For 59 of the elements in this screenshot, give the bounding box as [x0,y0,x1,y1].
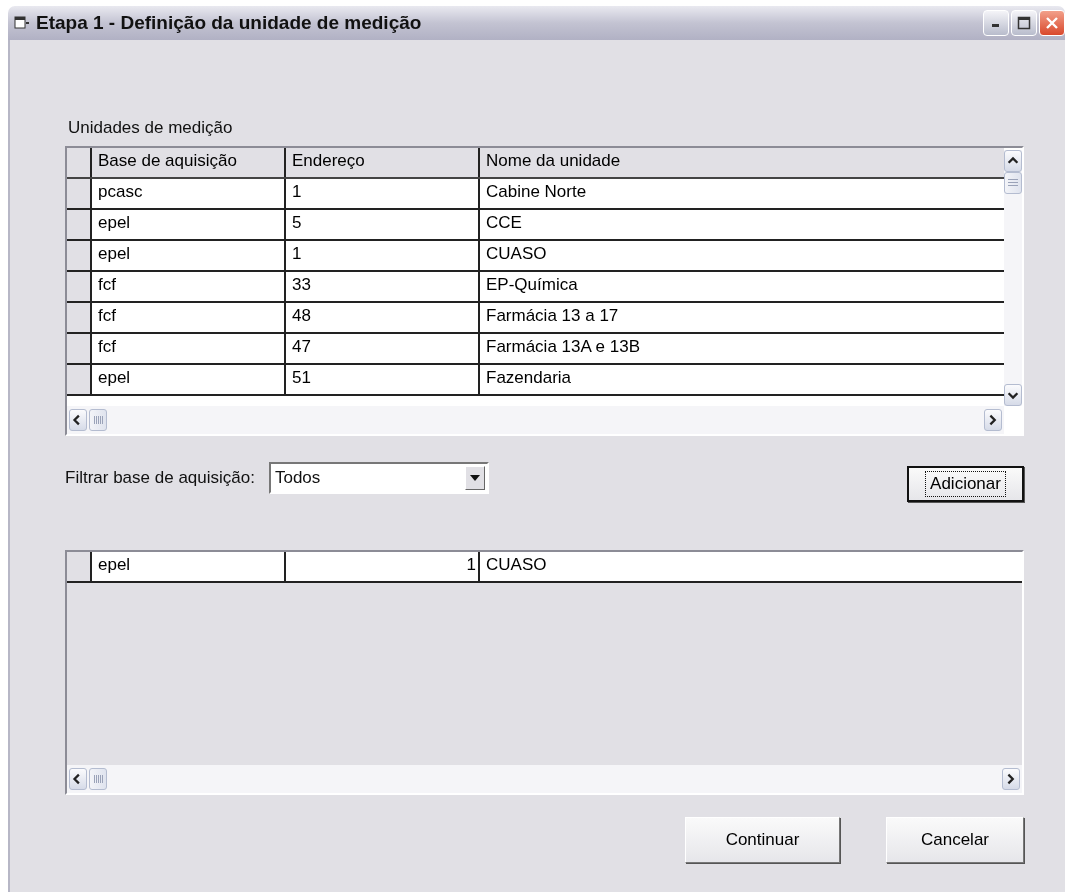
column-header[interactable]: Base de aquisição [92,148,286,177]
column-header[interactable]: Endereço [286,148,480,177]
vertical-scrollbar[interactable] [1004,150,1022,406]
scroll-left-button[interactable] [69,768,87,790]
minimize-button[interactable] [983,10,1009,36]
add-button[interactable]: Adicionar [907,466,1024,502]
scroll-thumb[interactable] [1004,172,1022,194]
row-selector[interactable] [67,210,92,239]
table-cell-text: CCE [485,212,523,234]
table-cell-text: Farmácia 13A e 13B [485,336,642,358]
filter-dropdown[interactable]: Todos [268,462,489,494]
continue-button[interactable]: Continuar [685,817,840,863]
cancel-button[interactable]: Cancelar [886,817,1024,863]
maximize-button[interactable] [1011,10,1037,36]
table-cell-text: Fazendaria [485,367,573,389]
row-selector[interactable] [67,241,92,270]
table-cell: 48 [286,303,480,332]
row-selector[interactable] [67,303,92,332]
scroll-up-button[interactable] [1004,150,1022,172]
filter-label: Filtrar base de aquisição: [65,468,255,488]
section-label: Unidades de medição [68,118,234,138]
table-cell: 5 [286,210,480,239]
scroll-left-button[interactable] [69,409,87,431]
table-cell: fcf [92,334,286,363]
maximize-icon [1017,16,1031,30]
row-selector[interactable] [67,552,92,581]
scroll-thumb[interactable] [89,409,107,431]
table-cell: pcasc [92,179,286,208]
table-cell: epel [92,210,286,239]
table-cell-text: Farmácia 13 a 17 [485,305,620,327]
table-cell: fcf [92,272,286,301]
row-selector[interactable] [67,272,92,301]
scroll-down-button[interactable] [1004,384,1022,406]
table-cell: fcf [92,303,286,332]
table-cell: epel [92,365,286,394]
table-cell: 1 [286,552,480,581]
scroll-right-button[interactable] [984,409,1002,431]
table-cell: epel [92,241,286,270]
table-cell: epel [92,552,286,581]
window-title: Etapa 1 - Definição da unidade de medição [36,12,423,34]
window-icon [14,16,30,30]
table-cell: 1 [286,241,480,270]
close-icon [1045,16,1059,30]
table-cell-text: CUASO [485,554,548,576]
column-header[interactable]: Nome da unidade [480,148,1004,177]
scroll-right-button[interactable] [1002,768,1020,790]
scroll-thumb[interactable] [89,768,107,790]
close-button[interactable] [1039,10,1065,36]
table-cell: 33 [286,272,480,301]
table-cell: 47 [286,334,480,363]
dropdown-arrow-icon [469,475,480,481]
table-cell-text: Cabine Norte [485,181,588,203]
row-selector[interactable] [67,365,92,394]
table-cell-text: CUASO [485,243,548,265]
row-selector[interactable] [67,334,92,363]
table-cell: 1 [286,179,480,208]
table-cell-text: EP-Química [485,274,579,296]
row-selector[interactable] [67,179,92,208]
table-cell: 51 [286,365,480,394]
